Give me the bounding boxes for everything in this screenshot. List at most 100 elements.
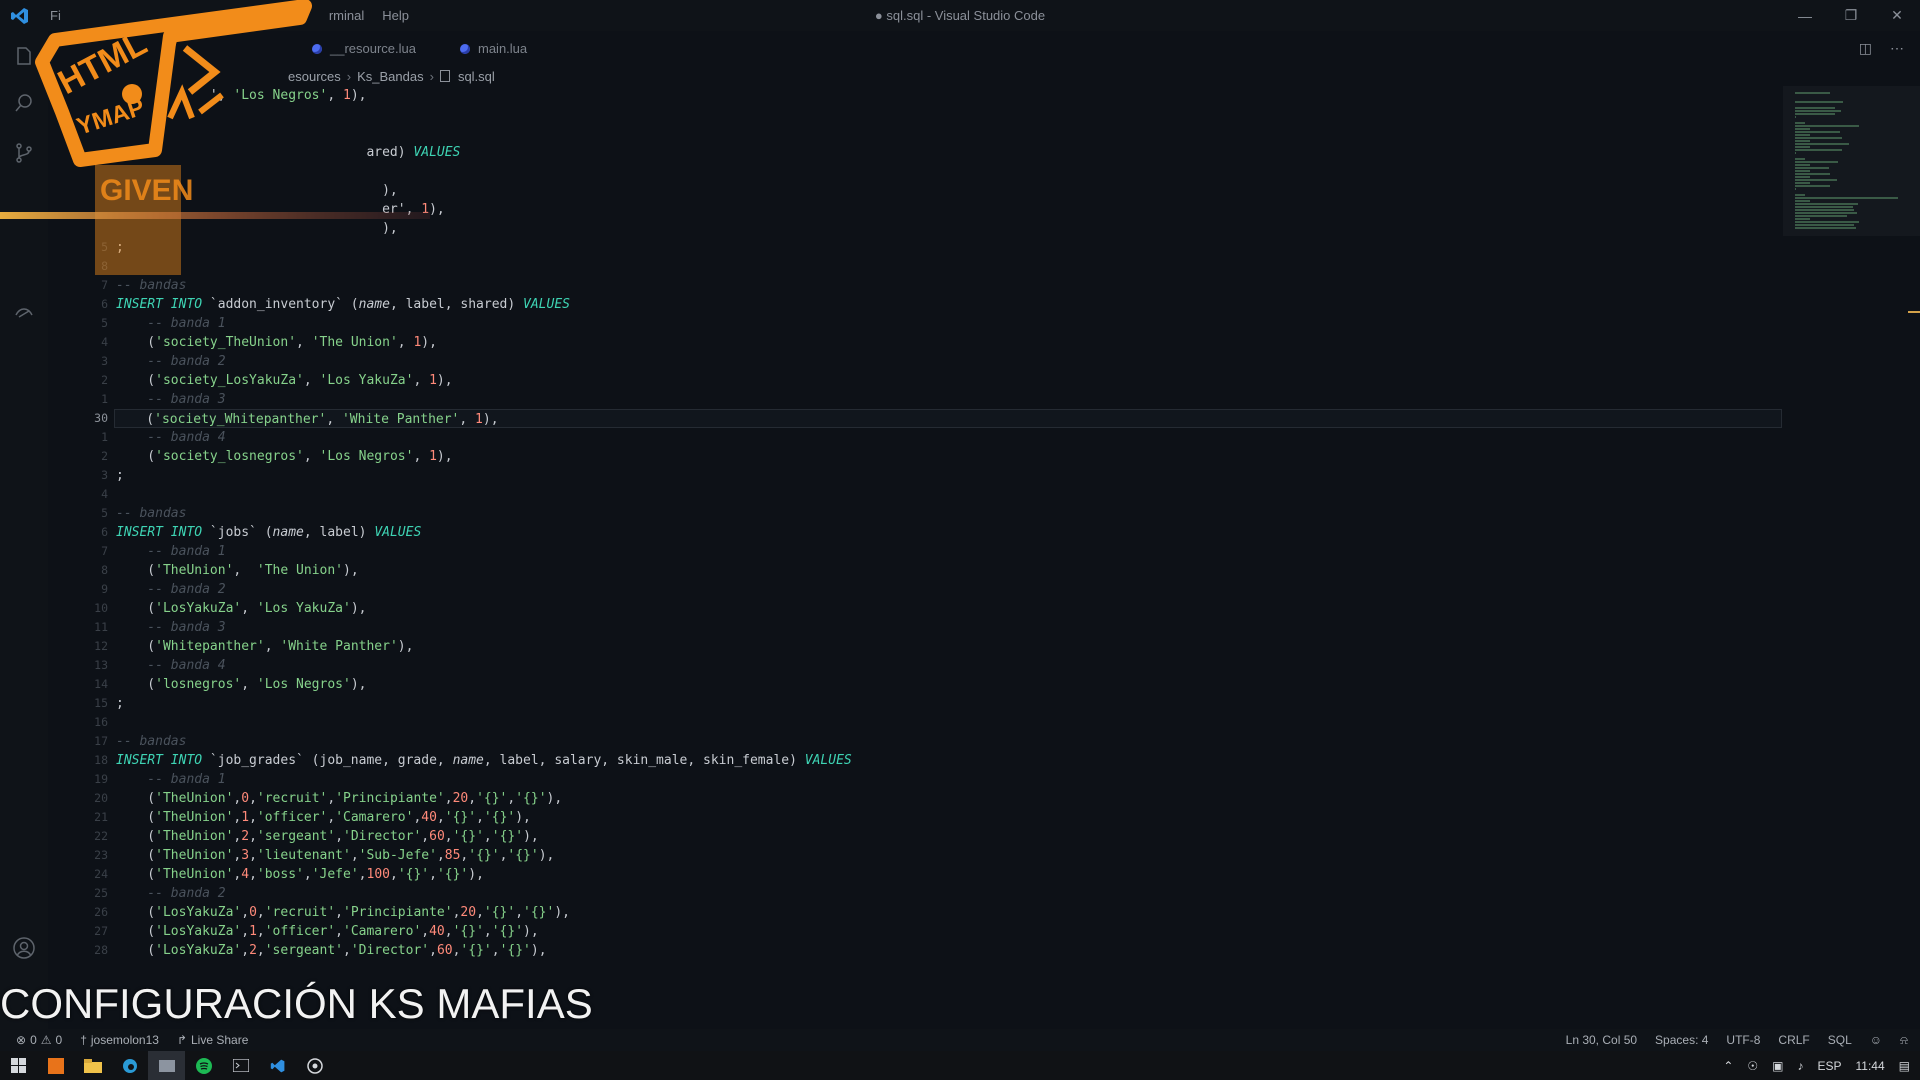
live-share-button[interactable]: ↱ Live Share: [177, 1033, 248, 1047]
minimize-icon[interactable]: —: [1782, 0, 1828, 31]
code-line[interactable]: -- banda 4: [116, 656, 225, 675]
code-token: (: [116, 867, 156, 882]
file-explorer-icon[interactable]: [74, 1051, 111, 1080]
breadcrumb-item-folder[interactable]: Ks_Bandas: [357, 69, 424, 84]
vscode-logo-icon[interactable]: [10, 6, 30, 26]
code-line[interactable]: ;: [116, 238, 124, 257]
tab-label: __resource.lua: [330, 41, 416, 56]
code-token: (: [116, 810, 156, 825]
more-actions-icon[interactable]: ⋯: [1890, 40, 1904, 57]
explorer-icon[interactable]: [12, 45, 36, 69]
code-line[interactable]: ('society_losnegros', 'Los Negros', 1),: [116, 447, 452, 466]
code-line[interactable]: ared) VALUES: [116, 143, 460, 162]
breadcrumb-item-file[interactable]: sql.sql: [458, 69, 495, 84]
restore-icon[interactable]: ❐: [1828, 0, 1874, 31]
tab-resource-lua[interactable]: __resource.lua: [294, 31, 434, 66]
start-windows-icon[interactable]: [0, 1051, 37, 1080]
code-token: ,: [256, 905, 265, 920]
code-line[interactable]: ', 'Los Negros', 1),: [116, 86, 367, 105]
code-line[interactable]: -- banda 1: [116, 314, 226, 333]
terminal-icon[interactable]: [222, 1051, 259, 1080]
language-mode[interactable]: SQL: [1828, 1033, 1852, 1047]
code-line[interactable]: INSERT INTO `job_grades` (job_name, grad…: [116, 751, 852, 770]
code-line[interactable]: ('LosYakuZa',1,'officer','Camarero',40,'…: [116, 922, 538, 941]
code-token: ),: [343, 563, 359, 578]
code-line[interactable]: ;: [116, 694, 124, 713]
code-line[interactable]: -- banda 3: [116, 390, 225, 409]
code-line[interactable]: -- banda 2: [116, 352, 225, 371]
cursor-position[interactable]: Ln 30, Col 50: [1566, 1033, 1637, 1047]
code-line[interactable]: -- bandas: [116, 504, 186, 523]
code-line[interactable]: INSERT INTO `addon_inventory` (name, lab…: [116, 295, 570, 314]
remote-explorer-icon[interactable]: [12, 301, 36, 325]
network-icon[interactable]: ▣: [1772, 1059, 1783, 1073]
end-of-line[interactable]: CRLF: [1778, 1033, 1809, 1047]
volume-icon[interactable]: ♪: [1798, 1059, 1804, 1073]
code-line[interactable]: ('LosYakuZa',0,'recruit','Principiante',…: [116, 903, 570, 922]
code-line[interactable]: -- banda 2: [116, 580, 225, 599]
action-center-icon[interactable]: ▤: [1899, 1059, 1910, 1073]
problems-indicator[interactable]: ⊗ 0 ⚠ 0: [16, 1033, 62, 1047]
current-code-line[interactable]: ('society_Whitepanther', 'White Panther'…: [114, 409, 1782, 428]
code-line[interactable]: -- banda 1: [116, 542, 225, 561]
code-line[interactable]: ('TheUnion', 'The Union'),: [116, 561, 359, 580]
clock[interactable]: 11:44: [1856, 1059, 1885, 1073]
menu-terminal[interactable]: rminal: [329, 8, 364, 23]
minimap[interactable]: [1783, 86, 1920, 1029]
code-line[interactable]: er', 1),: [116, 200, 445, 219]
feedback-icon[interactable]: ☺: [1870, 1033, 1882, 1047]
account-status[interactable]: † josemolon13: [80, 1033, 159, 1047]
code-token: -- banda 1: [116, 316, 226, 331]
code-line[interactable]: -- banda 2: [116, 884, 225, 903]
split-editor-icon[interactable]: ◫: [1859, 40, 1872, 57]
menu-file[interactable]: Fi: [50, 8, 61, 23]
code-token: ,: [413, 373, 430, 388]
code-token: ,: [327, 810, 336, 825]
active-app-icon[interactable]: [148, 1051, 185, 1080]
code-line[interactable]: ('society_TheUnion', 'The Union', 1),: [116, 333, 437, 352]
code-line[interactable]: -- bandas: [116, 732, 186, 751]
code-line[interactable]: ;: [116, 466, 124, 485]
vscode-taskbar-icon[interactable]: [259, 1051, 296, 1080]
code-line[interactable]: ('society_LosYakuZa', 'Los YakuZa', 1),: [116, 371, 452, 390]
microphone-icon[interactable]: ☉: [1747, 1059, 1758, 1073]
indentation[interactable]: Spaces: 4: [1655, 1033, 1708, 1047]
edge-browser-icon[interactable]: [111, 1051, 148, 1080]
code-editor[interactable]: 5 8 7 6 5 4 3 2 1 30 1 2 3 4 5 6 7 8 9 10 11 12 13 14 15 16 17 18 19…: [48, 86, 1783, 1029]
encoding[interactable]: UTF-8: [1726, 1033, 1760, 1047]
code-line[interactable]: ),: [116, 181, 398, 200]
code-token: 1: [475, 412, 483, 427]
code-token: 'society_TheUnion': [155, 335, 297, 350]
menu-help[interactable]: Help: [382, 8, 409, 23]
code-line[interactable]: -- banda 1: [116, 770, 225, 789]
code-line[interactable]: -- banda 4: [116, 428, 225, 447]
code-line[interactable]: INSERT INTO `jobs` (name, label) VALUES: [116, 523, 421, 542]
code-line[interactable]: ('TheUnion',3,'lieutenant','Sub-Jefe',85…: [116, 846, 554, 865]
code-line[interactable]: ),: [116, 219, 398, 238]
code-line[interactable]: ('TheUnion',2,'sergeant','Director',60,'…: [116, 827, 538, 846]
obs-icon[interactable]: [296, 1051, 333, 1080]
tab-main-lua[interactable]: main.lua: [442, 31, 545, 66]
code-token: 'The Union': [311, 335, 398, 350]
account-icon[interactable]: [12, 936, 36, 960]
code-line[interactable]: -- banda 3: [116, 618, 225, 637]
code-line[interactable]: ('TheUnion',4,'boss','Jefe',100,'{}','{}…: [116, 865, 484, 884]
notifications-bell-icon[interactable]: ⍾: [1900, 1033, 1908, 1048]
spotify-icon[interactable]: [185, 1051, 222, 1080]
code-line[interactable]: ('TheUnion',1,'officer','Camarero',40,'{…: [116, 808, 531, 827]
input-language[interactable]: ESP: [1818, 1059, 1842, 1073]
code-line[interactable]: ('LosYakuZa',2,'sergeant','Director',60,…: [116, 941, 546, 960]
breadcrumb-item-resources[interactable]: esources: [288, 69, 341, 84]
code-line[interactable]: ('Whitepanther', 'White Panther'),: [116, 637, 413, 656]
code-line[interactable]: ('losnegros', 'Los Negros'),: [116, 675, 366, 694]
source-control-icon[interactable]: [12, 141, 36, 165]
app-orange-icon[interactable]: [37, 1051, 74, 1080]
close-icon[interactable]: ✕: [1874, 0, 1920, 31]
code-line[interactable]: ('LosYakuZa', 'Los YakuZa'),: [116, 599, 366, 618]
code-line[interactable]: ('TheUnion',0,'recruit','Principiante',2…: [116, 789, 562, 808]
code-token: ,: [241, 601, 257, 616]
search-icon[interactable]: [12, 91, 36, 115]
chevron-up-icon[interactable]: ⌃: [1723, 1059, 1733, 1073]
code-area[interactable]: ', 'Los Negros', 1), ared) VALUES ), er'…: [114, 86, 1782, 1029]
code-line[interactable]: -- bandas: [116, 276, 186, 295]
